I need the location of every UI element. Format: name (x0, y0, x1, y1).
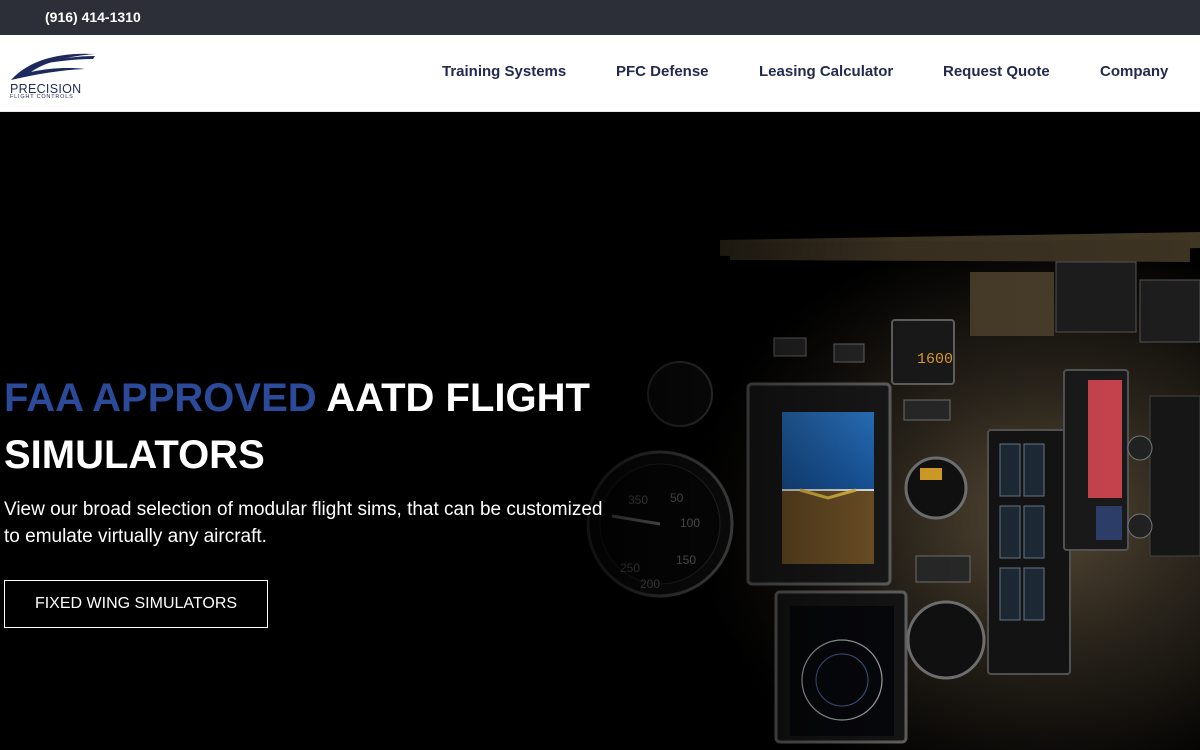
nav-item-leasing-calculator[interactable]: Leasing Calculator (759, 63, 893, 80)
top-bar: (916) 414-1310 (0, 0, 1200, 35)
fixed-wing-simulators-button[interactable]: FIXED WING SIMULATORS (4, 580, 268, 628)
nav-item-request-quote[interactable]: Request Quote (943, 63, 1050, 80)
hero-section: 350 50 100 150 200 250 1600 (0, 112, 1200, 750)
nav-item-pfc-defense[interactable]: PFC Defense (616, 63, 709, 80)
hero-headline-accent: FAA APPROVED (4, 376, 317, 420)
phone-link[interactable]: (916) 414-1310 (45, 9, 141, 25)
hero-subtext: View our broad selection of modular flig… (4, 499, 603, 547)
hero-headline: FAA APPROVED AATD FLIGHT SIMULATORS (4, 370, 644, 484)
nav-item-company[interactable]: Company (1100, 63, 1168, 80)
nav-item-training-systems[interactable]: Training Systems (442, 63, 566, 80)
site-header: PRECISION FLIGHT CONTROLS Training Syste… (0, 35, 1200, 112)
main-nav: Training Systems PFC Defense Leasing Cal… (0, 35, 1200, 111)
